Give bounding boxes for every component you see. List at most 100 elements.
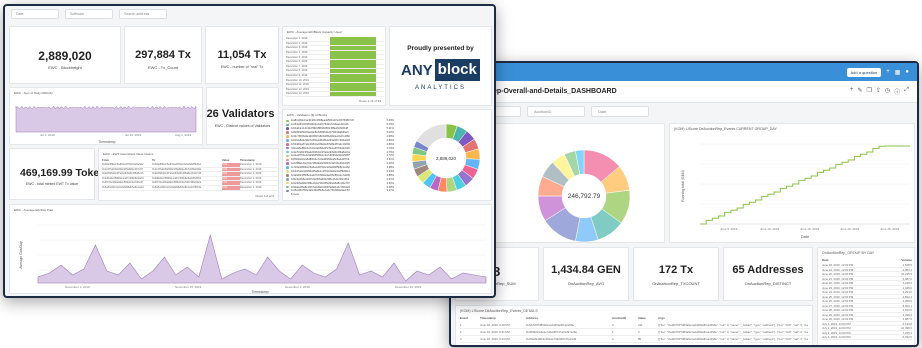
table-cell: 0x2e5b8d1c4f7a0e3b6d9c2f5a8e1b4d7c0f: [152, 172, 202, 176]
table-cell: June 20, 2019, 12:00 PM: [822, 272, 854, 276]
x-tick-label: November 15, 2019: [175, 285, 202, 289]
kpi-txcount-card: 297,884 Tx EWC - Tx_Count: [124, 26, 202, 84]
column-header[interactable]: Event: [460, 316, 474, 320]
table-cell: July 1, 2019, 12:00 PM: [822, 321, 851, 326]
add-icon[interactable]: +: [886, 69, 890, 75]
capacity-table-card: EWC - Average Eth/Block Capacity Used De…: [282, 26, 386, 106]
table-header: Event Timestamp Address AuctionID Value …: [460, 316, 810, 320]
capacity-bar-track: [330, 87, 376, 92]
table-header: Date Volume: [822, 258, 912, 262]
table-cell: December 13, 2019: [286, 92, 309, 96]
kpi-label: EWC - Tx_Count: [147, 65, 179, 70]
kpi-label: EWC - number of "real" Tx: [220, 65, 264, 69]
card-title: EWC - EWT Intermittent Value Claims: [103, 152, 154, 156]
table-cell: 0.01: [222, 172, 240, 176]
duplicate-icon[interactable]: ❐: [867, 87, 872, 96]
kpi-value: 469,169.99 Toke: [20, 167, 100, 179]
info-icon[interactable]: ⓘ: [894, 87, 900, 96]
table-cell: 0x00a3f9b2c5e8d1a4f7b0c3e6a9d2: [102, 163, 144, 166]
column-header[interactable]: Value: [222, 158, 240, 162]
filter-date[interactable]: Date: [11, 9, 59, 19]
card-title: OnAuctionRep_GROUP BY DAY: [822, 251, 875, 255]
pagination-label[interactable]: Rows 1-13 of 93: [359, 99, 381, 103]
capacity-bar-track: [330, 91, 376, 96]
kpi-real-tx-card: 11,054 Tx EWC - number of "real" Tx: [205, 26, 279, 84]
table-cell: 2: [460, 330, 462, 334]
table-cell: December 1, 2019: [240, 185, 262, 189]
table-cell: 0x5a8d1f4b7e0c3a6d9f2b5e8c1a4d: [102, 185, 144, 189]
column-header[interactable]: Date: [822, 258, 829, 262]
table-cell: June 21, 2019, 12:00 PM: [822, 276, 854, 281]
table-cell: 3,398.4: [902, 312, 912, 317]
table-cell: 0x2e5b8d1c4f7a0e3b6d9c2f5a8e1b: [102, 172, 144, 176]
table-row[interactable]: July 4, 2019, 12:00 PM 6,032.5: [822, 335, 912, 340]
table-row[interactable]: 0x5a8d1f4b7e0c3a6d9f2b5e8c1a4d 0x5a8d1f4b…: [102, 185, 278, 191]
kpi-label: EWC - Distinct values of Validators: [214, 124, 271, 128]
table-cell: June 19, 2019, 12:00 PM: [822, 267, 854, 272]
dashboard-toolbar: + ✎ ❐ ⇪ ◷ ⓘ ⤢: [850, 87, 909, 96]
table-cell: 2,987.5: [902, 317, 912, 321]
grid-icon[interactable]: ▦: [895, 69, 901, 76]
table-cell: December 5, 2019: [286, 55, 308, 59]
table-cell: December 1, 2019: [240, 172, 262, 176]
table-cell: 10,398.0: [901, 326, 912, 330]
add-card-icon[interactable]: +: [850, 87, 854, 96]
capacity-bar-track: [330, 64, 376, 69]
share-icon[interactable]: ⇪: [876, 87, 881, 96]
y-axis-label: Average Gas/Day: [19, 241, 23, 269]
table-cell: 7,245.3: [902, 330, 912, 335]
column-header[interactable]: Address: [526, 316, 606, 320]
table-header: From To Value Timestamp: [102, 158, 278, 162]
table-cell: June 29, 2019, 12:00 PM: [822, 312, 854, 317]
column-header[interactable]: Args: [658, 316, 808, 320]
table-row[interactable]: December 13, 2019: [286, 91, 384, 97]
column-header[interactable]: Value: [638, 316, 652, 320]
pagination-label[interactable]: Rows 1-6 of 6: [255, 194, 274, 198]
table-cell: 1,548.5: [902, 263, 912, 267]
table-cell: December 7, 2019: [286, 64, 308, 68]
kpi-token-card: 469,169.99 Toke EWC - total minted EWT T…: [9, 148, 99, 200]
table-row[interactable]: 1 June 18, 2019, 5:29 PM 0x5d7b8f7383a9e1a…: [460, 322, 810, 329]
filter-software[interactable]: Software: [65, 9, 113, 19]
column-header[interactable]: Timestamp: [480, 316, 520, 320]
table-cell: June 18, 2019, 5:31 PM: [480, 330, 510, 334]
capacity-bar-track: [330, 36, 376, 41]
filter-auctionid[interactable]: AuctionID: [527, 105, 585, 117]
fullscreen-icon[interactable]: ⤢: [904, 87, 909, 96]
add-question-button[interactable]: Add a question: [846, 67, 882, 77]
column-header[interactable]: Volume: [901, 258, 912, 262]
user-icon[interactable]: ●: [905, 69, 909, 75]
table-cell: 0x4f7c0e3b6a9d2c5f8e1b4a7d0c3f: [102, 181, 143, 185]
clock-icon[interactable]: ◷: [885, 87, 890, 96]
table-row[interactable]: 3 June 18, 2019, 5:34 PM 0xfc9e8a1f0b3c18a…: [460, 336, 810, 343]
filter-label: AuctionID: [534, 108, 552, 114]
table-cell: 4,248.3: [902, 281, 912, 285]
x-tick-label: Aug 1, 2019: [175, 133, 192, 137]
table-cell: 0x1c4f7a0d3e6b9c2f5a8d1e4b7c0f: [102, 167, 143, 171]
edit-icon[interactable]: ✎: [857, 87, 862, 96]
kpi-value: 65 Addresses: [732, 264, 804, 276]
logo-text-left: ANY: [401, 61, 433, 79]
table-cell: December 8, 2019: [286, 69, 308, 73]
table-row[interactable]: 2 June 18, 2019, 5:31 PM 0x39f0b3c18a1e7d3…: [460, 329, 810, 336]
capacity-bar-track: [330, 68, 376, 73]
table-cell: 0.01: [222, 185, 240, 190]
table-cell: 0x5d7b8f7383a9e1a4d4f0a3b1a2299e: [526, 323, 575, 327]
table-cell: June 30, 2019, 12:00 PM: [822, 317, 854, 321]
kpi-value: 1,434.84 GEN: [551, 264, 621, 276]
table-cell: December 3, 2019: [286, 46, 308, 50]
filter-date[interactable]: Date: [591, 105, 649, 117]
x-tick-label: Jul 1, 2019: [40, 133, 55, 137]
table-cell: 0x3d6a9c2f5b8e1a4d7c0f3b6e9a2d5c8f1b: [152, 176, 202, 180]
table-cell: June 18, 2019, 5:34 PM: [480, 337, 510, 341]
transfers-table-card: EWC - EWT Intermittent Value Claims From…: [98, 148, 279, 201]
top-bar: Add a question + ▦ ●: [451, 63, 917, 81]
column-header[interactable]: AuctionID: [612, 316, 632, 320]
kpi-value: 2,889,020: [38, 49, 92, 63]
column-header[interactable]: To: [152, 158, 222, 162]
column-header[interactable]: From: [102, 158, 152, 162]
table-cell: 85: [638, 337, 642, 341]
column-header[interactable]: Timestamp: [240, 158, 276, 162]
filter-search-address[interactable]: Search address: [119, 9, 167, 19]
table-cell: 6,032.5: [902, 335, 912, 339]
